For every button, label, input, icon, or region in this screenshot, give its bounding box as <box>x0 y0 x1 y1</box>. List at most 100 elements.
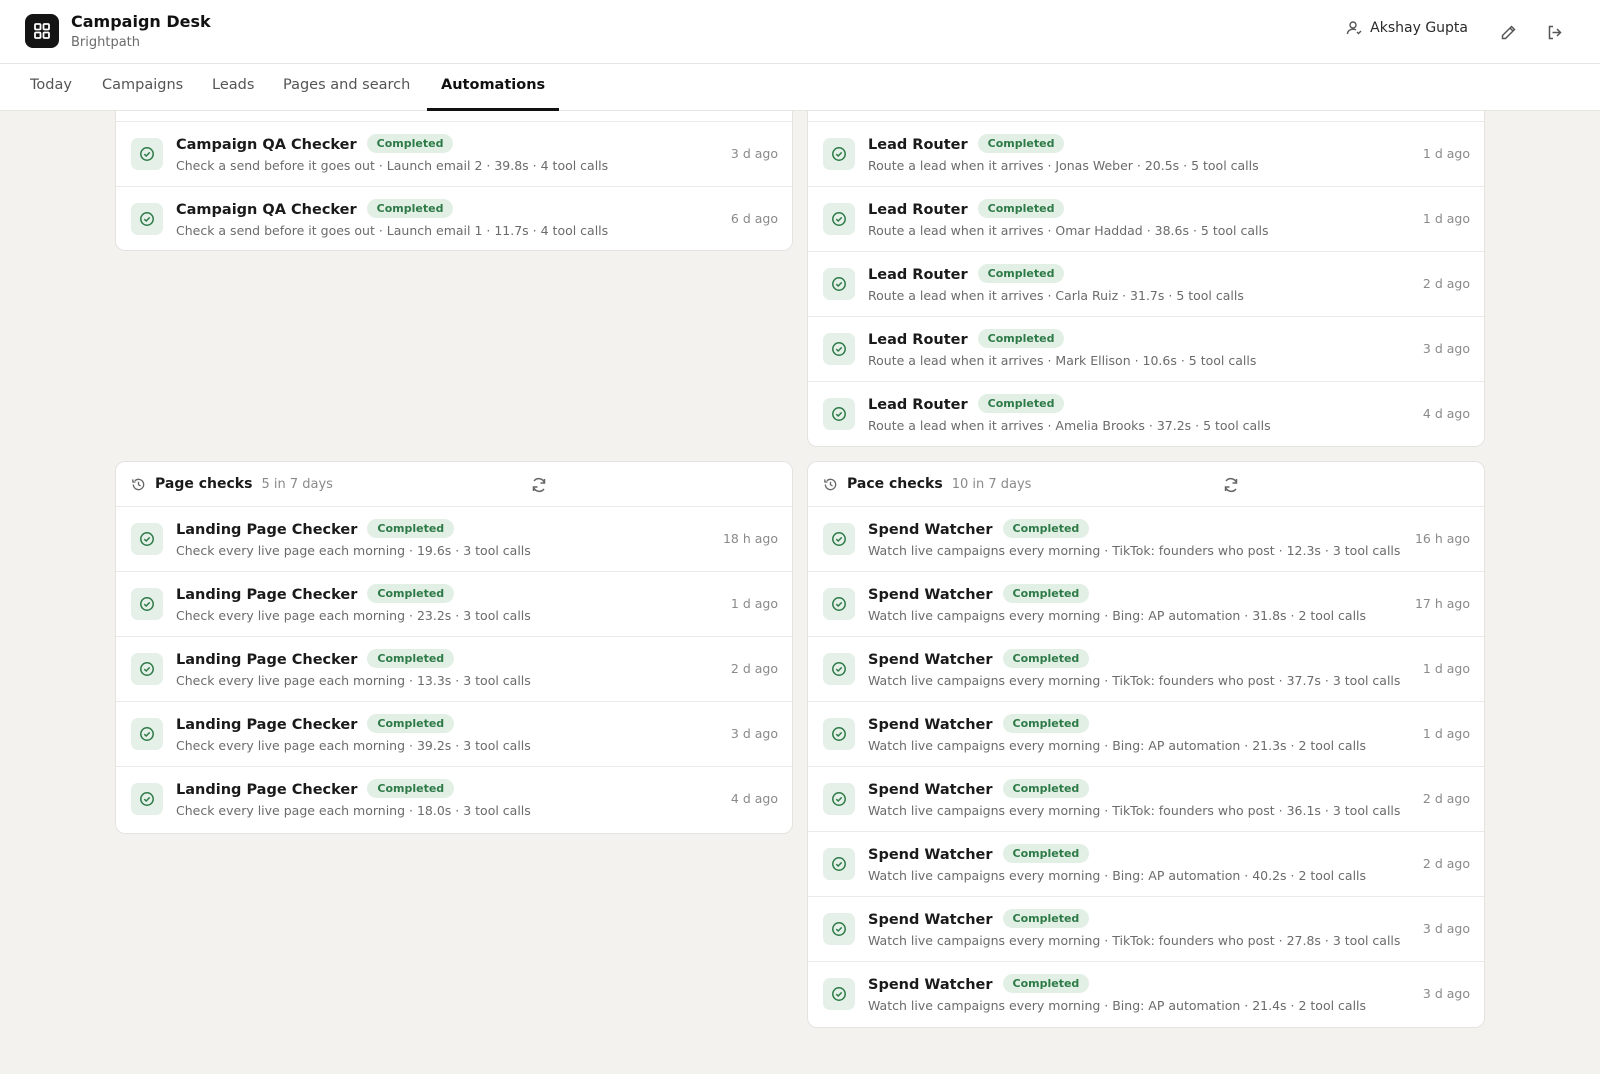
run-row[interactable]: Spend Watcher Completed Watch live campaig… <box>808 832 1484 897</box>
run-details: Check every live page each morning · 23.… <box>176 608 531 623</box>
page-checks-card: Page checks 5 in 7 days Landing Page Che… <box>115 461 793 834</box>
run-details: Check a send before it goes out · Launch… <box>176 223 609 238</box>
run-time: 4 d ago <box>1422 406 1470 421</box>
run-row[interactable]: Landing Page Checker Completed Check every… <box>116 507 792 572</box>
run-row[interactable]: Lead Router Completed Route a lead when it… <box>808 252 1484 317</box>
tab-today[interactable]: Today <box>16 64 86 111</box>
run-details: Watch live campaigns every morning · Tik… <box>868 933 1401 948</box>
check-circle-icon <box>832 662 846 676</box>
run-name-line: Landing Page Checker Completed <box>176 649 455 668</box>
automation-name: Landing Page Checker <box>176 522 358 538</box>
refresh-icon[interactable] <box>1222 476 1240 494</box>
status-indicator <box>823 333 855 365</box>
tab-campaigns[interactable]: Campaigns <box>88 64 197 111</box>
main-tabs: Today Campaigns Leads Pages and search A… <box>0 64 1600 111</box>
run-details: Check a send before it goes out · Launch… <box>176 158 609 173</box>
run-details: Check every live page each morning · 39.… <box>176 738 531 753</box>
status-badge: Completed <box>977 134 1065 153</box>
run-name-line: Landing Page Checker Completed <box>176 779 455 798</box>
run-row[interactable]: Lead Router Completed Route a lead when it… <box>808 122 1484 187</box>
run-row[interactable]: Landing Page Checker Completed Check every… <box>116 637 792 702</box>
check-circle-icon <box>140 727 154 741</box>
run-time: 2 d ago <box>730 661 778 676</box>
automation-name: Landing Page Checker <box>176 652 358 668</box>
logout-icon <box>1548 25 1562 39</box>
pace-checks-list: Spend Watcher Completed Watch live campaig… <box>808 507 1484 1027</box>
run-row[interactable]: Spend Watcher Completed Watch live campaig… <box>808 702 1484 767</box>
status-badge: Completed <box>367 779 455 798</box>
run-row[interactable]: Spend Watcher Completed Watch live campaig… <box>808 507 1484 572</box>
run-row[interactable]: Campaign QA Checker Completed Check a send… <box>116 122 792 187</box>
check-circle-icon <box>140 147 154 161</box>
page-checks-title: Page checks <box>155 476 253 492</box>
check-circle-icon <box>140 662 154 676</box>
run-details: Check every live page each morning · 18.… <box>176 803 531 818</box>
run-row[interactable]: Spend Watcher Completed Watch live campaig… <box>808 962 1484 1027</box>
run-row[interactable]: Lead Router Completed Route a lead when it… <box>808 187 1484 252</box>
run-row[interactable]: Landing Page Checker Completed Check every… <box>116 702 792 767</box>
user-menu[interactable]: Akshay Gupta <box>1346 20 1468 36</box>
page-checks-card-header: Page checks 5 in 7 days <box>116 462 792 507</box>
status-badge: Completed <box>1002 909 1090 928</box>
run-name-line: Landing Page Checker Completed <box>176 714 455 733</box>
run-row[interactable]: Spend Watcher Completed Watch live campaig… <box>808 767 1484 832</box>
refresh-icon[interactable] <box>530 476 548 494</box>
automation-name: Spend Watcher <box>868 912 993 928</box>
status-indicator <box>823 203 855 235</box>
automation-name: Spend Watcher <box>868 522 993 538</box>
run-row[interactable]: Spend Watcher Completed Watch live campaig… <box>808 572 1484 637</box>
logout-button[interactable] <box>1542 20 1566 44</box>
tab-leads[interactable]: Leads <box>198 64 268 111</box>
status-indicator <box>823 783 855 815</box>
user-name: Akshay Gupta <box>1370 20 1468 36</box>
automation-name: Campaign QA Checker <box>176 202 357 218</box>
automation-name: Lead Router <box>868 267 968 283</box>
lead-router-list: Lead Router Completed Route a lead when it… <box>808 122 1484 446</box>
run-details: Watch live campaigns every morning · Bin… <box>868 608 1367 623</box>
run-row[interactable]: Lead Router Completed Route a lead when it… <box>808 382 1484 446</box>
run-name-line: Lead Router Completed <box>868 199 1065 218</box>
run-name-line: Spend Watcher Completed <box>868 909 1090 928</box>
status-indicator <box>823 138 855 170</box>
run-details: Route a lead when it arrives · Jonas Web… <box>868 158 1259 173</box>
run-time: 17 h ago <box>1414 596 1470 611</box>
status-badge: Completed <box>1002 519 1090 538</box>
app-title: Campaign Desk <box>71 12 211 31</box>
automation-name: Lead Router <box>868 137 968 153</box>
status-indicator <box>823 848 855 880</box>
run-row[interactable]: Landing Page Checker Completed Check every… <box>116 572 792 637</box>
check-circle-icon <box>832 212 846 226</box>
run-row[interactable]: Spend Watcher Completed Watch live campaig… <box>808 897 1484 962</box>
run-time: 1 d ago <box>730 596 778 611</box>
run-row[interactable]: Spend Watcher Completed Watch live campaig… <box>808 637 1484 702</box>
run-name-line: Lead Router Completed <box>868 134 1065 153</box>
status-indicator <box>823 268 855 300</box>
run-details: Route a lead when it arrives · Amelia Br… <box>868 418 1271 433</box>
run-time: 2 d ago <box>1422 856 1470 871</box>
user-icon <box>1346 21 1362 35</box>
automation-name: Spend Watcher <box>868 717 993 733</box>
run-details: Watch live campaigns every morning · Bin… <box>868 868 1367 883</box>
run-time: 3 d ago <box>730 726 778 741</box>
edit-button[interactable] <box>1496 20 1520 44</box>
pace-checks-card: Pace checks 10 in 7 days Spend Watcher Co… <box>807 461 1485 1028</box>
run-time: 1 d ago <box>1422 146 1470 161</box>
run-time: 4 d ago <box>730 791 778 806</box>
check-circle-icon <box>832 597 846 611</box>
app-logo[interactable] <box>25 14 59 48</box>
run-name-line: Spend Watcher Completed <box>868 974 1090 993</box>
tab-pages-and-search[interactable]: Pages and search <box>269 64 424 111</box>
run-row[interactable]: Lead Router Completed Route a lead when it… <box>808 317 1484 382</box>
status-indicator <box>131 718 163 750</box>
pace-checks-count: 10 in 7 days <box>951 476 1032 492</box>
automation-name: Spend Watcher <box>868 782 993 798</box>
run-details: Watch live campaigns every morning · Bin… <box>868 738 1367 753</box>
status-badge: Completed <box>977 394 1065 413</box>
tab-automations[interactable]: Automations <box>427 64 560 111</box>
run-row[interactable]: Landing Page Checker Completed Check every… <box>116 767 792 832</box>
status-badge: Completed <box>1002 844 1090 863</box>
run-name-line: Spend Watcher Completed <box>868 844 1090 863</box>
campaign-qa-list: Campaign QA Checker Completed Check a send… <box>116 122 792 250</box>
run-row[interactable]: Campaign QA Checker Completed Check a send… <box>116 187 792 250</box>
run-name-line: Lead Router Completed <box>868 394 1065 413</box>
